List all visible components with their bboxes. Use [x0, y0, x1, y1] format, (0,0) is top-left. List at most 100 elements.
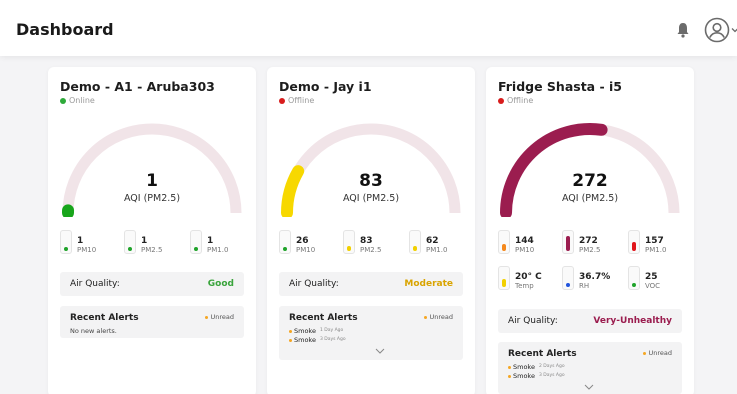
level-fill — [64, 247, 68, 251]
level-indicator — [628, 266, 640, 290]
aqi-label: AQI (PM2.5) — [561, 193, 619, 204]
device-title: Demo - A1 - Aruba303 — [60, 79, 215, 94]
air-quality-label: Air Quality: — [508, 316, 558, 326]
level-fill — [128, 247, 132, 251]
level-fill — [502, 244, 506, 251]
status-dot — [279, 97, 285, 104]
device-title: Demo - Jay i1 — [279, 79, 372, 94]
level-indicator — [124, 230, 136, 254]
metric-value: 83 — [360, 236, 373, 246]
level-fill — [566, 236, 570, 251]
metric-pm25: 83 PM2.5 — [343, 230, 381, 254]
unread-badge: Unread — [424, 313, 453, 321]
metric-value: 157 — [645, 236, 664, 246]
air-quality-value: Very-Unhealthy — [593, 316, 672, 326]
device-card[interactable]: Fridge Shasta - i5 Offline 272 AQI (PM2.… — [486, 67, 694, 394]
metric-pm10-fine: 1 PM1.0 — [190, 230, 228, 254]
metric-label: PM1.0 — [645, 246, 667, 254]
unread-badge: Unread — [643, 349, 672, 357]
air-quality-row: Air Quality: Moderate — [279, 272, 463, 296]
level-indicator — [409, 230, 421, 254]
level-fill — [632, 283, 636, 287]
air-quality-row: Air Quality: Very-Unhealthy — [498, 309, 682, 333]
metric-label: PM2.5 — [141, 246, 163, 254]
metric-pm10-fine: 62 PM1.0 — [409, 230, 447, 254]
level-fill — [413, 246, 417, 251]
metric-label: PM10 — [515, 246, 535, 254]
metric-pm25: 1 PM2.5 — [124, 230, 162, 254]
metric-label: PM1.0 — [207, 246, 229, 254]
aqi-value: 1 — [146, 171, 158, 191]
status-text: Offline — [288, 96, 315, 105]
level-fill — [194, 247, 198, 251]
top-bar: Dashboard — [0, 0, 737, 56]
level-indicator — [562, 230, 574, 254]
level-indicator — [279, 230, 291, 254]
page-title: Dashboard — [16, 20, 114, 39]
metric-pm25: 272 PM2.5 — [562, 230, 600, 254]
aqi-value: 83 — [359, 171, 383, 191]
air-quality-value: Good — [207, 279, 234, 289]
bell-icon[interactable] — [676, 22, 690, 38]
device-card[interactable]: Demo - Jay i1 Offline 83 AQI (PM2.5) 26 P… — [267, 67, 475, 394]
metric-label: PM1.0 — [426, 246, 448, 254]
air-quality-value: Moderate — [404, 279, 453, 289]
air-quality-label: Air Quality: — [70, 279, 120, 289]
air-quality-row: Air Quality: Good — [60, 272, 244, 296]
aqi-label: AQI (PM2.5) — [342, 193, 400, 204]
level-fill — [502, 279, 506, 287]
metric-value: 62 — [426, 236, 439, 246]
metric-label: Temp — [515, 282, 534, 290]
level-indicator — [562, 266, 574, 290]
level-indicator — [628, 230, 640, 254]
level-indicator — [190, 230, 202, 254]
metric-label: PM10 — [296, 246, 316, 254]
metric-value: 26 — [296, 236, 309, 246]
chevron-down-icon[interactable] — [279, 347, 463, 355]
metric-value: 1 — [77, 236, 84, 246]
status-text: Offline — [507, 96, 534, 105]
status-dot — [498, 97, 504, 104]
metric-pm10: 26 PM10 — [279, 230, 315, 254]
unread-badge: Unread — [205, 313, 234, 321]
aqi-value: 272 — [572, 171, 608, 191]
level-indicator — [498, 266, 510, 290]
recent-alerts[interactable]: Recent Alerts Unread Smoke 2 Days Ago Smo… — [498, 342, 682, 394]
recent-alerts[interactable]: Recent Alerts Unread No new alerts. — [60, 306, 244, 338]
status-indicator: Online — [60, 96, 95, 105]
alert-item[interactable]: Smoke 1 Day Ago — [289, 327, 453, 336]
metric-pm10-fine: 157 PM1.0 — [628, 230, 666, 254]
level-indicator — [343, 230, 355, 254]
metric-value: 272 — [579, 236, 598, 246]
level-indicator — [498, 230, 510, 254]
metric-value: 1 — [207, 236, 214, 246]
metric-pm10: 144 PM10 — [498, 230, 534, 254]
device-card[interactable]: Demo - A1 - Aruba303 Online 1 AQI (PM2.5… — [48, 67, 256, 394]
level-fill — [566, 283, 570, 287]
metric-value: 20° C — [515, 272, 542, 282]
status-indicator: Offline — [498, 96, 533, 105]
metric-label: RH — [579, 282, 590, 290]
metric-label: PM2.5 — [360, 246, 382, 254]
chevron-down-icon[interactable] — [731, 26, 737, 34]
metric-value: 1 — [141, 236, 148, 246]
no-alerts-text: No new alerts. — [70, 327, 117, 335]
metric-value: 36.7% — [579, 272, 611, 282]
chevron-down-icon[interactable] — [498, 383, 682, 391]
aqi-label: AQI (PM2.5) — [123, 193, 181, 204]
level-fill — [283, 247, 287, 251]
status-indicator: Offline — [279, 96, 314, 105]
metric-pm10: 1 PM10 — [60, 230, 96, 254]
metric-rh: 36.7% RH — [562, 266, 610, 290]
user-avatar-icon[interactable] — [704, 17, 730, 43]
alert-item[interactable]: Smoke 3 Days Ago — [289, 336, 453, 345]
metric-label: VOC — [645, 282, 661, 290]
alert-item[interactable]: Smoke 2 Days Ago — [508, 363, 672, 372]
device-title: Fridge Shasta - i5 — [498, 79, 622, 94]
metric-value: 25 — [645, 272, 658, 282]
status-dot — [60, 97, 66, 104]
metric-temp: 20° C Temp — [498, 266, 542, 290]
recent-alerts[interactable]: Recent Alerts Unread Smoke 1 Day Ago Smok… — [279, 306, 463, 360]
level-indicator — [60, 230, 72, 254]
alert-item[interactable]: Smoke 3 Days Ago — [508, 372, 672, 381]
